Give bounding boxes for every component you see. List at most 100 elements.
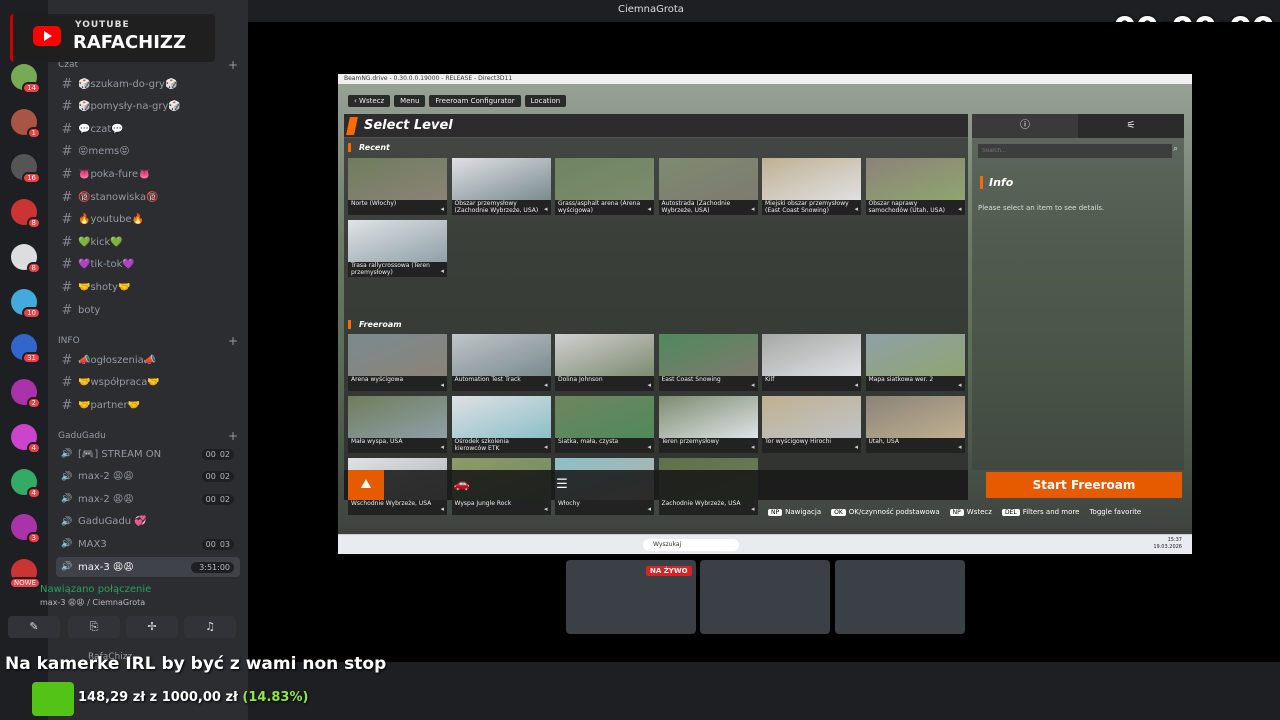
voice-channel[interactable]: 🔊 max-3 😩😩 3:51:00: [56, 557, 240, 577]
level-info-icon[interactable]: ◂: [958, 443, 962, 451]
level-tile[interactable]: Dolina Johnson ◂: [555, 334, 654, 391]
category-info[interactable]: INFO: [58, 336, 80, 346]
taskbar-search[interactable]: Wyszukaj: [643, 539, 739, 551]
breadcrumb-item[interactable]: ‹ Wstecz: [348, 95, 391, 107]
start-freeroam-button[interactable]: Start Freeroam: [986, 472, 1182, 498]
level-tile[interactable]: East Coast Snowing ◂: [658, 334, 758, 391]
add-channel-icon[interactable]: +: [228, 334, 238, 348]
level-info-icon[interactable]: ◂: [544, 505, 548, 513]
server-icon[interactable]: 1: [11, 109, 41, 139]
settings-icon[interactable]: ☰: [544, 470, 580, 500]
level-info-icon[interactable]: ◂: [440, 443, 444, 451]
level-tile[interactable]: Tor wyścigowy Hirochi ◂: [762, 396, 861, 453]
level-info-icon[interactable]: ◂: [751, 505, 755, 513]
level-tile[interactable]: Norte (Włochy) ◂: [348, 158, 447, 215]
server-icon[interactable]: 16: [11, 154, 41, 184]
text-channel[interactable]: # 😝mems😝: [56, 142, 240, 162]
voice-channel[interactable]: 🔊 GaduGadu 💞: [56, 512, 240, 532]
level-info-icon[interactable]: ◂: [647, 443, 651, 451]
breadcrumb-item[interactable]: Freeroam Configurator: [429, 95, 521, 107]
text-channel[interactable]: # 💚kick💚: [56, 232, 240, 252]
level-tile[interactable]: Obszar przemysłowy (Zachodnie Wybrzeże, …: [451, 158, 551, 215]
level-info-icon[interactable]: ◂: [544, 443, 548, 451]
level-tile[interactable]: Siatka, mała, czysta ◂: [555, 396, 654, 453]
search-icon[interactable]: ⌕: [1173, 144, 1178, 154]
text-channel[interactable]: # 🔥youtube🔥: [56, 210, 240, 230]
car-icon[interactable]: 🚗: [444, 470, 480, 500]
tab-filters[interactable]: ⚟: [1078, 114, 1184, 138]
key-icon: NP: [768, 509, 783, 516]
channel-label: max-2 😩😩: [78, 493, 134, 505]
channel-label: max-3 😩😩: [78, 561, 134, 573]
level-info-icon[interactable]: ◂: [751, 381, 755, 389]
voice-channel[interactable]: 🔊 max-2 😩😩 00 02: [56, 489, 240, 509]
text-channel[interactable]: # 🎲pomysły-na-gry🎲: [56, 97, 240, 117]
breadcrumb-item[interactable]: Menu: [394, 95, 426, 107]
text-channel[interactable]: # 💜tik-tok💜: [56, 255, 240, 275]
level-tile[interactable]: Miejski obszar przemysłowy (East Coast S…: [762, 158, 861, 215]
level-info-icon[interactable]: ◂: [854, 205, 858, 213]
text-channel[interactable]: # 🤝partner🤝: [56, 395, 240, 415]
category-gadu[interactable]: GaduGadu: [58, 431, 106, 441]
voice-channel[interactable]: 🔊 max-2 😩😩 00 02: [56, 467, 240, 487]
tab-info[interactable]: ⓘ: [972, 114, 1078, 138]
level-tile[interactable]: Mała wyspa, USA ◂: [348, 396, 447, 453]
level-info-icon[interactable]: ◂: [440, 205, 444, 213]
level-info-icon[interactable]: ◂: [958, 205, 962, 213]
level-info-icon[interactable]: ◂: [854, 443, 858, 451]
server-icon[interactable]: 4: [11, 469, 41, 499]
add-channel-icon[interactable]: +: [228, 58, 238, 72]
text-channel[interactable]: # 🤝współpraca🤝: [56, 373, 240, 393]
server-icon[interactable]: 10: [11, 289, 41, 319]
server-icon[interactable]: 8: [11, 199, 41, 229]
home-icon[interactable]: ⛰: [348, 470, 384, 500]
level-info-icon[interactable]: ◂: [647, 505, 651, 513]
server-icon[interactable]: 31: [11, 334, 41, 364]
text-channel[interactable]: # 📣ogłoszenia📣: [56, 350, 240, 370]
level-info-icon[interactable]: ◂: [440, 505, 444, 513]
level-info-icon[interactable]: ◂: [544, 205, 548, 213]
voice-channel[interactable]: 🔊 [🎮] STREAM ON 00 02: [56, 444, 240, 464]
level-tile[interactable]: Autostrada (Zachodnie Wybrzeże, USA) ◂: [658, 158, 758, 215]
text-channel[interactable]: # 👅poka-fure👅: [56, 164, 240, 184]
text-channel[interactable]: # 🔞stanowiska🔞: [56, 187, 240, 207]
text-channel[interactable]: # 💬czat💬: [56, 119, 240, 139]
level-tile[interactable]: Utah, USA ◂: [865, 396, 965, 453]
level-tile[interactable]: Automation Test Track ◂: [451, 334, 551, 391]
server-icon[interactable]: 3: [11, 514, 41, 544]
server-icon[interactable]: 2: [11, 379, 41, 409]
level-info-icon[interactable]: ◂: [751, 205, 755, 213]
level-tile[interactable]: Obszar naprawy samochodów (Utah, USA) ◂: [865, 158, 965, 215]
camera-off-button[interactable]: ✎: [8, 616, 60, 638]
server-icon[interactable]: 4: [11, 424, 41, 454]
level-info-icon[interactable]: ◂: [854, 381, 858, 389]
level-tile[interactable]: Mapa siatkowa wer. 2 ◂: [865, 334, 965, 391]
soundboard-button[interactable]: ♫: [184, 616, 236, 638]
level-info-icon[interactable]: ◂: [544, 381, 548, 389]
server-icon[interactable]: 14: [11, 64, 41, 94]
level-tile[interactable]: Arena wyścigowa ◂: [348, 334, 447, 391]
level-tile[interactable]: Kilf ◂: [762, 334, 861, 391]
level-tile[interactable]: Grass/asphalt arena (Arena wyścigowa) ◂: [555, 158, 654, 215]
breadcrumb-item[interactable]: Location: [524, 95, 567, 107]
activities-button[interactable]: ✢: [126, 616, 178, 638]
screen-share-button[interactable]: ⎘: [68, 616, 120, 638]
level-info-icon[interactable]: ◂: [647, 381, 651, 389]
text-channel[interactable]: # boty: [56, 300, 240, 320]
level-tile[interactable]: Teren przemysłowy ◂: [658, 396, 758, 453]
level-info-icon[interactable]: ◂: [751, 443, 755, 451]
text-channel[interactable]: # 🎲szukam-do-gry🎲: [56, 74, 240, 94]
server-icon[interactable]: 8: [11, 244, 41, 274]
level-tile[interactable]: Trasa rallycrossowa (Teren przemysłowy) ◂: [348, 220, 447, 277]
voice-channel[interactable]: 🔊 MAX3 00 03: [56, 534, 240, 554]
level-info-icon[interactable]: ◂: [440, 381, 444, 389]
search-input[interactable]: [978, 144, 1172, 158]
level-info-icon[interactable]: ◂: [647, 205, 651, 213]
level-tile[interactable]: Ośrodek szkolenia kierowców ETK ◂: [451, 396, 551, 453]
level-thumbnail: [865, 334, 965, 376]
text-channel[interactable]: # 🤝shoty🤝: [56, 277, 240, 297]
level-info-icon[interactable]: ◂: [958, 381, 962, 389]
add-channel-icon[interactable]: +: [228, 429, 238, 443]
speaker-icon: 🔊: [61, 471, 73, 482]
level-info-icon[interactable]: ◂: [440, 267, 444, 275]
